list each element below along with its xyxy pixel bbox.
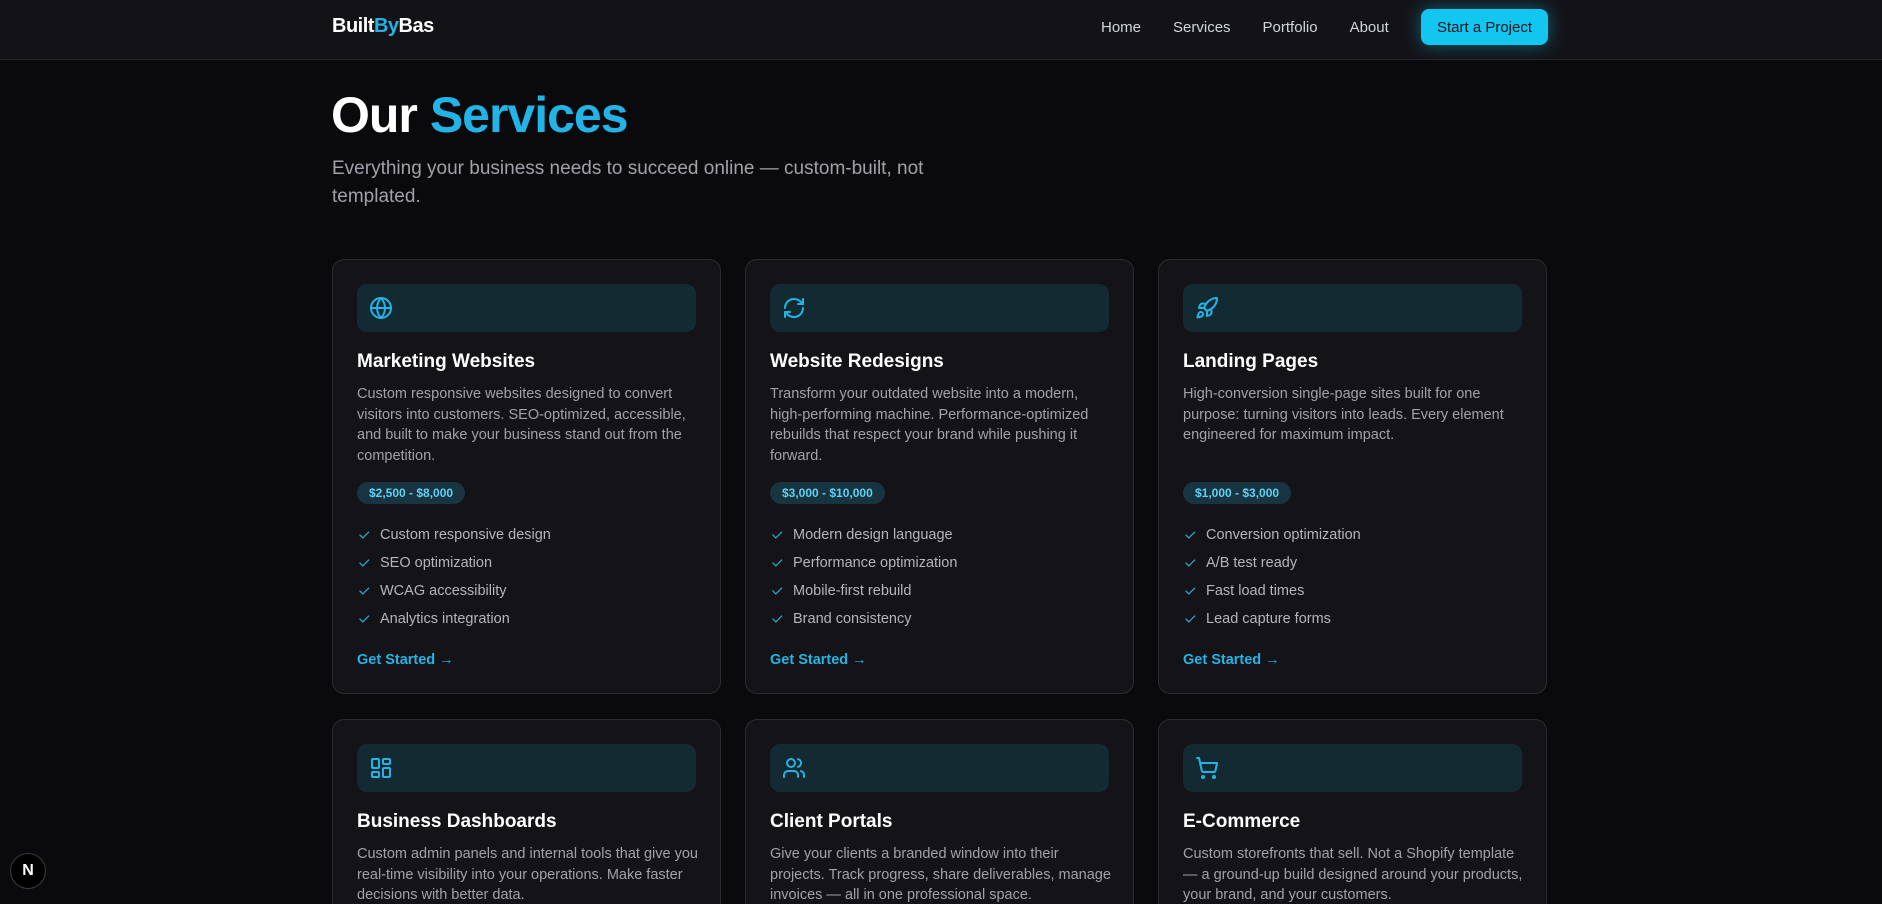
feature-item: Modern design language — [770, 521, 957, 549]
check-icon — [1183, 612, 1197, 626]
check-icon — [1183, 556, 1197, 570]
service-title: Marketing Websites — [357, 351, 536, 372]
service-title: E-Commerce — [1183, 811, 1301, 832]
cart-icon — [1196, 757, 1219, 779]
check-icon — [770, 556, 784, 570]
page-subtitle: Everything your business needs to succee… — [332, 158, 924, 207]
service-title: Landing Pages — [1183, 351, 1319, 372]
nav-link-portfolio[interactable]: Portfolio — [1263, 18, 1318, 38]
feature-label: SEO optimization — [380, 555, 493, 571]
price-badge: $2,500 - $8,000 — [357, 482, 466, 504]
feature-label: Fast load times — [1206, 583, 1305, 599]
service-card-website-redesigns: Website Redesigns Transform your outdate… — [745, 259, 1134, 694]
rocket-icon — [1196, 296, 1218, 319]
service-title: Client Portals — [770, 811, 893, 832]
feature-label: Analytics integration — [380, 611, 510, 627]
service-description: Give your clients a branded window into … — [770, 846, 1111, 903]
feature-item: Lead capture forms — [1183, 605, 1361, 633]
feature-label: Performance optimization — [793, 555, 958, 571]
service-card-landing-pages: Landing Pages High-conversion single-pag… — [1158, 259, 1547, 694]
check-icon — [770, 584, 784, 598]
service-icon-box — [357, 744, 696, 792]
check-icon — [357, 612, 371, 626]
service-description: Custom admin panels and internal tools t… — [357, 846, 698, 903]
nav-link-services[interactable]: Services — [1173, 18, 1231, 38]
dashboard-icon — [371, 758, 391, 778]
feature-list: Conversion optimization A/B test ready F… — [1183, 521, 1361, 633]
feature-label: A/B test ready — [1206, 555, 1298, 571]
feature-item: SEO optimization — [357, 549, 551, 577]
feature-item: A/B test ready — [1183, 549, 1361, 577]
brand-name-accent: By — [373, 15, 399, 37]
brand-logo[interactable]: BuiltByBas — [332, 15, 434, 38]
feature-label: Brand consistency — [793, 611, 912, 627]
nav-link-about[interactable]: About — [1350, 18, 1389, 38]
brand-name-part2: Bas — [398, 15, 435, 37]
service-icon-box — [770, 744, 1109, 792]
feature-label: WCAG accessibility — [380, 583, 507, 599]
service-icon-box — [357, 284, 696, 332]
check-icon — [357, 528, 371, 542]
service-icon-box — [770, 284, 1109, 332]
feature-item: Fast load times — [1183, 577, 1361, 605]
service-icon-box — [1183, 744, 1522, 792]
page-title-accent: Services — [429, 87, 629, 143]
service-description: High-conversion single-page sites built … — [1183, 386, 1504, 443]
users-icon — [783, 758, 805, 778]
service-title: Business Dashboards — [357, 811, 557, 832]
check-icon — [1183, 528, 1197, 542]
price-badge: $1,000 - $3,000 — [1183, 482, 1292, 504]
nav-links: Home Services Portfolio About — [1101, 18, 1389, 38]
top-navbar: BuiltByBas Home Services Portfolio About… — [0, 0, 1882, 60]
feature-item: Analytics integration — [357, 605, 551, 633]
check-icon — [770, 612, 784, 626]
check-icon — [770, 528, 784, 542]
check-icon — [1183, 584, 1197, 598]
feature-list: Modern design language Performance optim… — [770, 521, 957, 633]
get-started-link[interactable]: Get Started → — [1183, 652, 1280, 668]
globe-icon — [370, 297, 392, 319]
page-title: Our Services — [331, 84, 629, 146]
feature-label: Mobile-first rebuild — [793, 583, 912, 599]
service-card-marketing-websites: Marketing Websites Custom responsive web… — [332, 259, 721, 694]
dev-tools-badge[interactable]: N — [10, 853, 46, 889]
service-title: Website Redesigns — [770, 351, 944, 372]
nav-link-home[interactable]: Home — [1101, 18, 1141, 38]
check-icon — [357, 584, 371, 598]
feature-item: Conversion optimization — [1183, 521, 1361, 549]
service-card-business-dashboards: Business Dashboards Custom admin panels … — [332, 719, 721, 904]
service-description: Transform your outdated website into a m… — [770, 386, 1089, 464]
brand-name-part1: Built — [332, 15, 374, 37]
feature-item: Mobile-first rebuild — [770, 577, 957, 605]
service-description: Custom storefronts that sell. Not a Shop… — [1183, 846, 1523, 903]
feature-item: Performance optimization — [770, 549, 957, 577]
service-icon-box — [1183, 284, 1522, 332]
check-icon — [357, 556, 371, 570]
feature-label: Modern design language — [793, 527, 953, 543]
start-project-button[interactable]: Start a Project — [1421, 9, 1548, 45]
feature-item: WCAG accessibility — [357, 577, 551, 605]
get-started-link[interactable]: Get Started → — [357, 652, 454, 668]
feature-item: Brand consistency — [770, 605, 957, 633]
service-card-e-commerce: E-Commerce Custom storefronts that sell.… — [1158, 719, 1547, 904]
refresh-icon — [784, 298, 804, 318]
feature-label: Conversion optimization — [1206, 527, 1361, 543]
page-title-plain: Our — [331, 87, 418, 143]
get-started-link[interactable]: Get Started → — [770, 652, 867, 668]
feature-item: Custom responsive design — [357, 521, 551, 549]
feature-list: Custom responsive design SEO optimizatio… — [357, 521, 551, 633]
feature-label: Custom responsive design — [380, 527, 551, 543]
feature-label: Lead capture forms — [1206, 611, 1331, 627]
price-badge: $3,000 - $10,000 — [770, 482, 885, 504]
service-card-client-portals: Client Portals Give your clients a brand… — [745, 719, 1134, 904]
service-description: Custom responsive websites designed to c… — [357, 386, 686, 464]
